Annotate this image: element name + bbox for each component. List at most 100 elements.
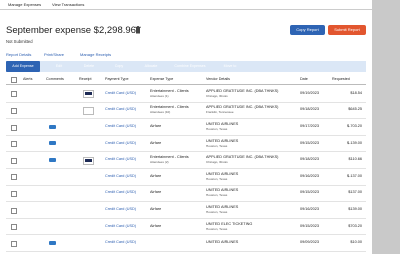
col-payment-type[interactable]: Payment Type: [105, 77, 129, 81]
comment-icon[interactable]: [49, 124, 56, 129]
requested-amount: $110.66: [348, 157, 362, 162]
vendor-name: UNITED AIRLINES: [206, 205, 239, 209]
edit-button[interactable]: Edit: [48, 61, 70, 72]
tab-view-transactions[interactable]: View Transactions: [52, 2, 84, 7]
expense-date: 09/16/2023: [300, 173, 320, 178]
vendor-location: Houston, Texas: [206, 176, 228, 181]
requested-amount: $18.54: [350, 90, 362, 95]
col-alerts[interactable]: Alerts: [23, 77, 32, 81]
vendor-name: UNITED AIRLINES: [206, 138, 239, 143]
receipt-thumbnail[interactable]: [83, 106, 94, 115]
vendor-name: APPLIED GRATITUDE INC. (DBA THNKS): [206, 155, 279, 160]
expense-type: Airfare: [150, 173, 162, 178]
payment-type[interactable]: Credit Card (USD): [105, 190, 136, 194]
trash-icon[interactable]: [135, 26, 141, 34]
col-requested[interactable]: Requested: [332, 77, 350, 81]
row-checkbox[interactable]: [11, 174, 17, 181]
payment-type[interactable]: Credit Card (USD): [105, 224, 136, 228]
col-expense-type[interactable]: Expense Type: [150, 77, 173, 81]
vendor-location: Houston, Texas: [206, 210, 228, 214]
payment-type[interactable]: Credit Card (USD): [105, 91, 136, 95]
requested-amount: $10.00: [350, 240, 362, 245]
row-checkbox[interactable]: [11, 240, 17, 247]
copy-button[interactable]: Copy: [108, 61, 130, 72]
select-all-checkbox[interactable]: [11, 77, 17, 83]
expense-date: 09/18/2023: [300, 157, 320, 162]
requested-amount: $-139.00: [347, 140, 362, 145]
expense-type: Airfare: [150, 140, 162, 145]
requested-amount: $139.00: [348, 207, 362, 211]
tab-manage-expenses[interactable]: Manage Expenses: [8, 2, 41, 7]
vendor-location: Chicago, Illinois: [206, 93, 228, 98]
vendor-location: Houston, Texas: [206, 127, 228, 131]
payment-type[interactable]: Credit Card (USD): [105, 157, 136, 161]
payment-type[interactable]: Credit Card (USD): [105, 174, 136, 178]
vendor-name: UNITED ELEC TICKETING: [206, 221, 253, 226]
delete-button[interactable]: Delete: [78, 61, 100, 72]
attendees-link[interactable]: Attendees (2): [150, 160, 169, 164]
comment-icon[interactable]: [49, 141, 56, 146]
combine-expenses-button[interactable]: Combine Expenses: [168, 61, 212, 72]
expense-date: 09/15/2023: [300, 140, 320, 145]
expense-date: 09/15/2023: [300, 223, 320, 228]
vendor-name: APPLIED GRATITUDE INC. (DBA THNKS): [206, 105, 279, 110]
col-vendor-details[interactable]: Vendor Details: [206, 77, 230, 81]
expense-type: Airfare: [150, 207, 162, 211]
expense-type: Entertainment - Clients: [150, 105, 189, 110]
payment-type[interactable]: Credit Card (USD): [105, 107, 136, 111]
receipt-thumbnail[interactable]: [83, 90, 94, 99]
payment-type[interactable]: Credit Card (USD): [105, 240, 136, 244]
attendees-link[interactable]: Attendees (10): [150, 110, 170, 114]
comment-icon[interactable]: [49, 240, 56, 245]
vendor-name: UNITED AIRLINES: [206, 122, 239, 126]
col-comments[interactable]: Comments: [46, 77, 64, 81]
receipt-thumbnail[interactable]: [83, 156, 94, 165]
receipt-image: [85, 92, 92, 96]
comment-icon[interactable]: [49, 157, 56, 162]
expense-date: 09/16/2023: [300, 207, 320, 211]
expense-type: Entertainment - Clients: [150, 88, 189, 93]
manage-receipts-menu[interactable]: Manage Receipts: [80, 52, 111, 57]
vendor-name: APPLIED GRATITUDE INC. (DBA THNKS): [206, 88, 279, 93]
submit-report-button[interactable]: Submit Report: [328, 25, 366, 35]
row-checkbox[interactable]: [11, 124, 17, 131]
vendor-location: Houston, Texas: [206, 226, 228, 231]
row-checkbox[interactable]: [11, 107, 17, 114]
row-checkbox[interactable]: [11, 224, 17, 231]
payment-type[interactable]: Credit Card (USD): [105, 141, 136, 145]
row-checkbox[interactable]: [11, 190, 17, 197]
attendees-link[interactable]: Attendees (1): [150, 94, 169, 98]
col-date[interactable]: Date: [300, 77, 308, 81]
expense-date: 09/17/2023: [300, 124, 320, 128]
copy-report-button[interactable]: Copy Report: [290, 25, 325, 35]
vendor-location: Chicago, Illinois: [206, 160, 228, 165]
move-to-button[interactable]: Move to: [216, 61, 244, 72]
vendor-name: UNITED AIRLINES: [206, 188, 239, 193]
print-share-menu[interactable]: Print/Share: [44, 52, 64, 57]
page-scrollbar[interactable]: [372, 0, 400, 254]
col-receipt[interactable]: Receipt: [79, 77, 92, 81]
vendor-location: Houston, Texas: [206, 193, 228, 198]
report-title: September expense $2,298.96: [6, 25, 136, 36]
report-status: Not Submitted: [6, 39, 33, 44]
allocate-button[interactable]: Allocate: [138, 61, 164, 72]
requested-amount: $-703.20: [347, 124, 362, 128]
vendor-location: Franklin, Tennessee: [206, 110, 234, 115]
vendor-name: UNITED AIRLINES: [206, 240, 239, 245]
add-expense-button[interactable]: Add Expense: [6, 61, 40, 72]
payment-type[interactable]: Credit Card (USD): [105, 124, 136, 128]
requested-amount: $-137.00: [347, 173, 362, 178]
expense-type: Airfare: [150, 190, 162, 195]
expense-date: 09/15/2023: [300, 190, 320, 195]
receipt-image: [85, 158, 92, 162]
row-checkbox[interactable]: [11, 91, 17, 98]
vendor-location: Houston, Texas: [206, 143, 228, 148]
expense-date: 09/18/2023: [300, 107, 320, 112]
row-checkbox[interactable]: [11, 141, 17, 148]
requested-amount: $645.25: [348, 107, 362, 112]
payment-type[interactable]: Credit Card (USD): [105, 207, 136, 211]
expense-type: Entertainment - Clients: [150, 155, 189, 160]
row-checkbox[interactable]: [11, 157, 17, 164]
row-checkbox[interactable]: [11, 207, 17, 214]
report-details-menu[interactable]: Report Details: [6, 52, 31, 57]
